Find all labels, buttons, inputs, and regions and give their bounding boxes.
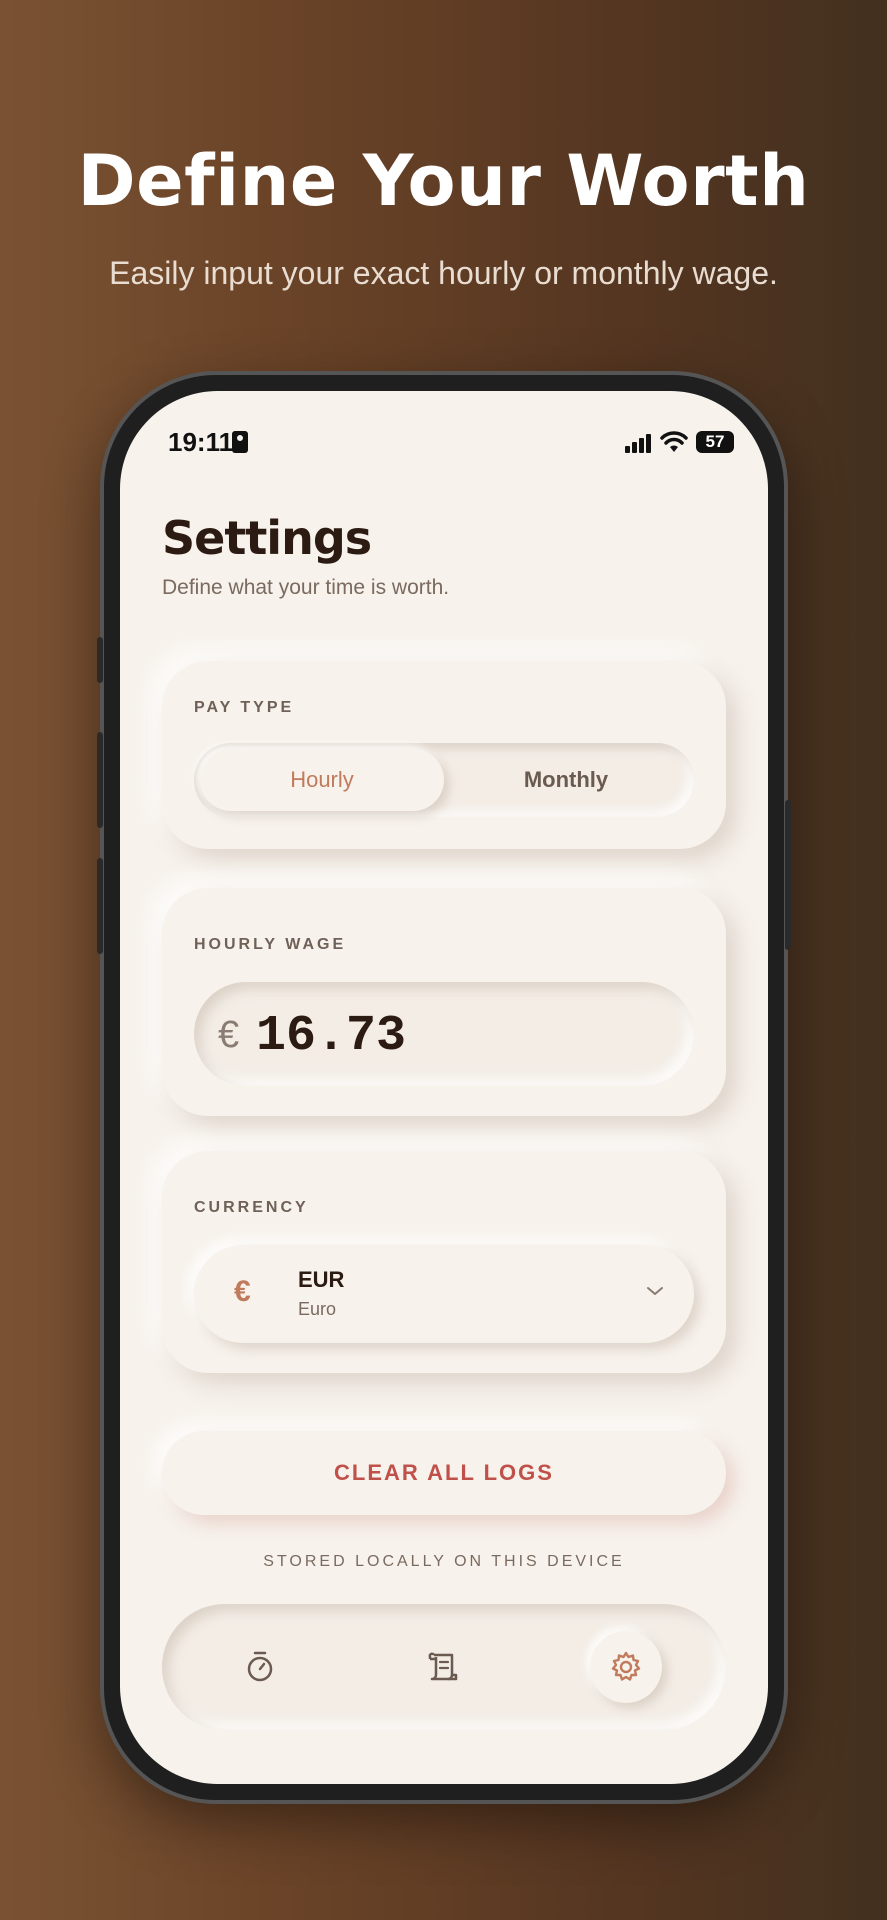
- currency-name: Euro: [298, 1299, 337, 1319]
- page-subtitle: Define what your time is worth.: [162, 576, 450, 599]
- clear-all-logs-button[interactable]: CLEAR ALL LOGS: [162, 1431, 726, 1515]
- app-screen: 19:11 57 Settings Define what your time …: [120, 391, 768, 1784]
- pay-type-monthly-option[interactable]: Monthly: [444, 749, 688, 811]
- pay-type-hourly-option[interactable]: Hourly: [200, 749, 444, 811]
- storage-note: STORED LOCALLY ON THIS DEVICE: [263, 1553, 625, 1570]
- cellular-signal-icon: [625, 434, 651, 453]
- pay-type-card: PAY TYPE Hourly Monthly: [162, 661, 726, 849]
- currency-label: CURRENCY: [194, 1199, 309, 1216]
- timer-icon: [247, 1651, 273, 1682]
- currency-symbol-icon: €: [234, 1275, 251, 1308]
- phone-action-button: [97, 637, 103, 683]
- status-time: 19:11: [168, 427, 234, 457]
- chevron-down-icon: [647, 1287, 663, 1295]
- hourly-wage-label: HOURLY WAGE: [194, 936, 347, 953]
- wage-value[interactable]: 16.73: [256, 1008, 406, 1065]
- phone-frame: 19:11 57 Settings Define what your time …: [97, 375, 791, 1800]
- pay-type-toggle: Hourly Monthly: [194, 743, 694, 817]
- currency-code: EUR: [298, 1267, 345, 1292]
- tab-logs[interactable]: [407, 1631, 479, 1703]
- wage-currency-symbol: €: [218, 1014, 240, 1056]
- wifi-icon: [660, 431, 688, 452]
- hourly-wage-input[interactable]: € 16.73: [194, 982, 694, 1086]
- hourly-wage-card: HOURLY WAGE € 16.73: [162, 888, 726, 1116]
- contact-card-icon: [232, 431, 248, 453]
- settings-gear-icon: [611, 1651, 641, 1681]
- bottom-tab-bar: [162, 1604, 726, 1730]
- page-title: Settings: [162, 511, 372, 565]
- pay-type-label: PAY TYPE: [194, 699, 295, 716]
- battery-indicator: 57: [696, 431, 734, 453]
- currency-dropdown[interactable]: € EUR Euro: [194, 1245, 694, 1343]
- phone-volume-up-button: [97, 732, 103, 828]
- tab-timer[interactable]: [224, 1631, 296, 1703]
- phone-power-button: [785, 800, 791, 950]
- promo-headline: Define Your Worth: [77, 140, 810, 222]
- phone-volume-down-button: [97, 858, 103, 954]
- currency-card: CURRENCY € EUR Euro: [162, 1151, 726, 1373]
- promo-subheadline: Easily input your exact hourly or monthl…: [109, 255, 778, 291]
- log-scroll-icon: [428, 1652, 458, 1681]
- tab-settings[interactable]: [590, 1631, 662, 1703]
